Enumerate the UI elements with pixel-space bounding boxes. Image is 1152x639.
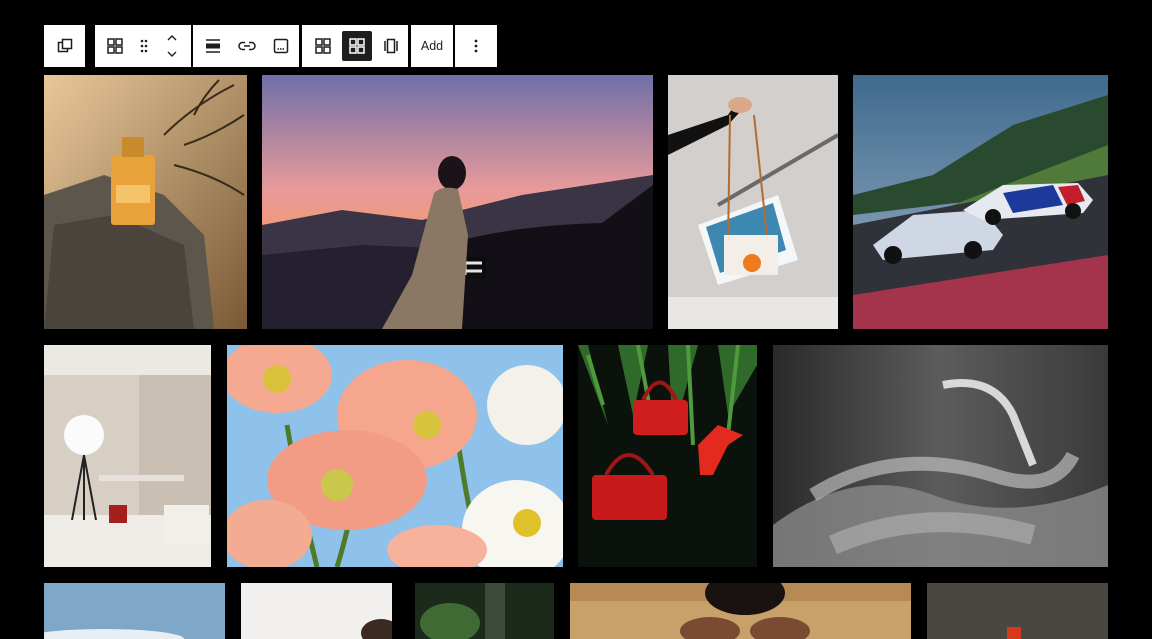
gallery-image-studio[interactable] [44,345,211,567]
studio-image [44,345,211,567]
move-up-button[interactable] [166,30,178,46]
add-button-label: Add [420,39,444,53]
grid-layout-button[interactable] [307,25,339,67]
block-type-button[interactable] [95,25,135,67]
masonry-layout-button[interactable] [339,25,375,67]
align-icon [206,39,220,53]
toolbar-format-group [193,25,299,67]
gallery-image-garden[interactable] [415,583,554,639]
grid-active-icon [349,38,365,54]
drag-handle[interactable] [135,25,153,67]
toolbar-block-group [95,25,191,67]
gallery-image-portrait[interactable] [241,583,392,639]
align-button[interactable] [196,25,230,67]
sunset-car-image [262,75,653,329]
gallery-image-room[interactable] [927,583,1108,639]
person-image [570,583,911,639]
carousel-layout-button[interactable] [375,25,407,67]
toolbar-duplicate-group [44,25,85,67]
duplicate-button[interactable] [44,25,85,67]
red-bags-image [578,345,757,567]
move-buttons [153,25,191,67]
caption-icon [273,38,289,54]
gallery-image-perfume[interactable] [44,75,247,329]
gallery-image-dancer[interactable] [773,345,1108,567]
caption-button[interactable] [264,25,298,67]
carousel-icon [384,38,398,54]
gallery-image-red-bags[interactable] [578,345,757,567]
gallery-image-sky[interactable] [44,583,225,639]
portrait-image [241,583,392,639]
active-layout-indicator [342,31,372,61]
gallery-image-poppies[interactable] [227,345,563,567]
toolbar-more-group [455,25,497,67]
add-button[interactable]: Add [411,25,453,67]
handbag-image [668,75,838,329]
duplicate-icon [57,38,72,53]
gallery-image-race-cars[interactable] [853,75,1108,329]
toolbar-layout-group [302,25,408,67]
gallery-image-person[interactable] [570,583,911,639]
move-down-button[interactable] [166,46,178,62]
room-image [927,583,1108,639]
garden-image [415,583,554,639]
link-icon [238,41,256,51]
sky-image [44,583,225,639]
perfume-bottle-image [44,75,247,329]
gallery-icon [107,38,123,54]
gallery-image-sunset-car[interactable] [262,75,653,329]
race-cars-image [853,75,1108,329]
dancer-image [773,345,1108,567]
link-button[interactable] [230,25,264,67]
toolbar-add-group: Add [411,25,453,67]
gallery-image-handbag[interactable] [668,75,838,329]
more-options-icon [474,39,478,53]
chevron-down-icon [167,51,177,57]
more-options-button[interactable] [455,25,497,67]
poppies-image [227,345,563,567]
grid-icon [315,38,331,54]
chevron-up-icon [167,35,177,41]
drag-handle-icon [140,39,148,53]
